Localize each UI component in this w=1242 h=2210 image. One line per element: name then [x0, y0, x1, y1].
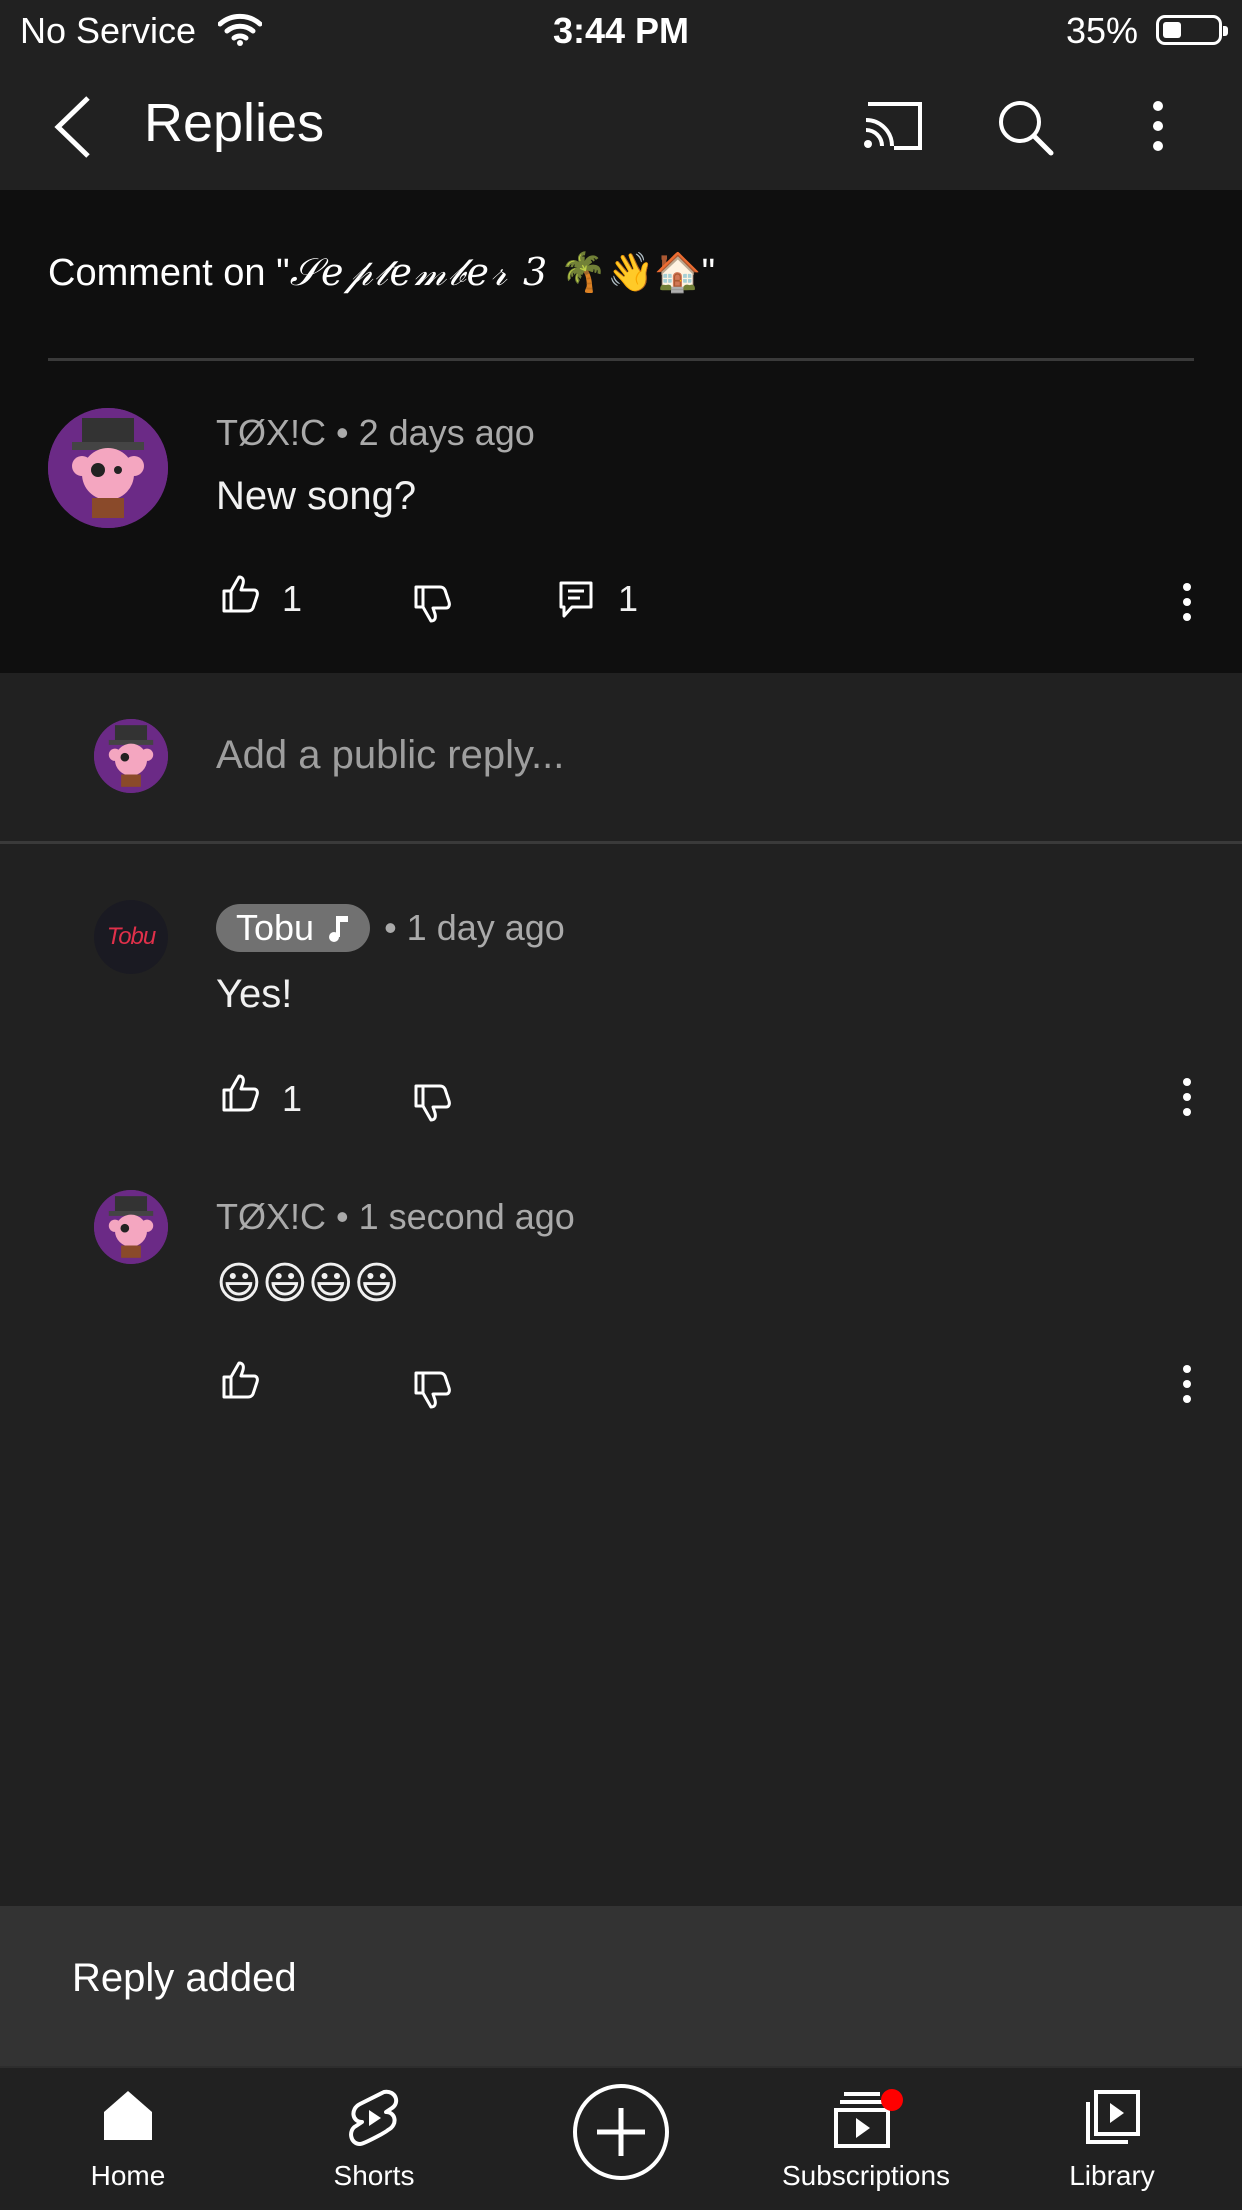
nav-shorts[interactable]: Shorts [250, 2068, 498, 2210]
comment-meta: Tobu • 1 day ago [216, 904, 565, 952]
like-count: 1 [282, 1078, 303, 1119]
home-icon [104, 2091, 152, 2140]
nav-subscriptions-label: Subscriptions [781, 2160, 951, 2191]
author-name[interactable]: TØX!C [216, 412, 326, 453]
channel-logo-text: Tobu [106, 923, 156, 950]
like-icon[interactable] [220, 1073, 260, 1113]
status-bar: No Service 3:44 PM 35% [0, 0, 1242, 62]
subscriptions-icon [834, 2089, 903, 2148]
nav-home[interactable]: Home [4, 2068, 252, 2210]
nav-create[interactable] [497, 2068, 745, 2210]
music-note-icon [329, 916, 349, 942]
comment-time: • 2 days ago [336, 412, 535, 453]
page-title: Replies [144, 93, 325, 153]
nav-subscriptions[interactable]: Subscriptions [742, 2068, 990, 2210]
original-comment-panel: Comment on "𝒮𝑒𝓅𝓉𝑒𝓂𝒷𝑒𝓇 3 🌴👋🏠" TØX!C • 2 d… [0, 190, 1242, 673]
search-icon[interactable] [996, 98, 1054, 156]
shorts-icon [349, 2089, 399, 2146]
clock: 3:44 PM [552, 10, 690, 51]
cast-icon[interactable] [862, 100, 926, 152]
avatar [94, 719, 168, 793]
nav-library-label: Library [1069, 2160, 1155, 2191]
comment-text: Yes! [216, 972, 293, 1016]
title-emojis: 🌴👋🏠 [559, 252, 702, 294]
divider [48, 358, 1194, 361]
nav-shorts-label: Shorts [333, 2160, 415, 2191]
nav-library[interactable]: Library [988, 2068, 1236, 2210]
avatar[interactable] [94, 1190, 168, 1264]
author-name: Tobu [236, 907, 315, 948]
snackbar: Reply added [0, 1906, 1242, 2066]
avatar[interactable] [48, 408, 168, 528]
app-header: Replies [0, 62, 1242, 190]
comment-text: 😃😃😃😃 [216, 1259, 400, 1308]
more-vert-icon[interactable] [1180, 582, 1194, 622]
comment-time: • 1 day ago [384, 907, 565, 948]
back-arrow-icon[interactable] [48, 92, 98, 162]
dislike-icon[interactable] [412, 1083, 452, 1123]
comment-text: New song? [216, 474, 417, 518]
reply-count: 1 [618, 578, 639, 619]
battery-percent: 35% [1065, 10, 1138, 51]
more-vert-icon[interactable] [1180, 1077, 1194, 1117]
avatar[interactable]: Tobu [94, 900, 168, 974]
dislike-icon[interactable] [412, 584, 452, 624]
comment-meta: TØX!C • 2 days ago [216, 412, 535, 454]
reply-input[interactable]: Add a public reply... [216, 733, 564, 778]
author-name[interactable]: TØX!C [216, 1196, 326, 1237]
video-title: 𝒮𝑒𝓅𝓉𝑒𝓂𝒷𝑒𝓇 3 [289, 250, 550, 294]
snackbar-message: Reply added [72, 1956, 297, 2000]
more-vert-icon[interactable] [1180, 1364, 1194, 1404]
library-icon [1086, 2090, 1140, 2144]
like-icon[interactable] [220, 574, 260, 614]
like-count: 1 [282, 578, 303, 619]
bottom-nav: Home Shorts Subscriptions Library [0, 2066, 1242, 2208]
battery-icon [1156, 15, 1228, 45]
author-chip[interactable]: Tobu [216, 904, 371, 952]
reply-input-bar[interactable]: Add a public reply... [0, 673, 1242, 841]
reply-icon[interactable] [558, 580, 594, 620]
comment-meta: TØX!C • 1 second ago [216, 1196, 575, 1238]
nav-home-label: Home [90, 2160, 166, 2191]
like-icon[interactable] [220, 1360, 260, 1400]
comment-context: Comment on "𝒮𝑒𝓅𝓉𝑒𝓂𝒷𝑒𝓇 3 🌴👋🏠" [48, 250, 716, 294]
divider [0, 841, 1242, 844]
create-icon [573, 2084, 669, 2180]
comment-time: • 1 second ago [336, 1196, 575, 1237]
more-vert-icon[interactable] [1150, 100, 1166, 152]
dislike-icon[interactable] [412, 1370, 452, 1410]
